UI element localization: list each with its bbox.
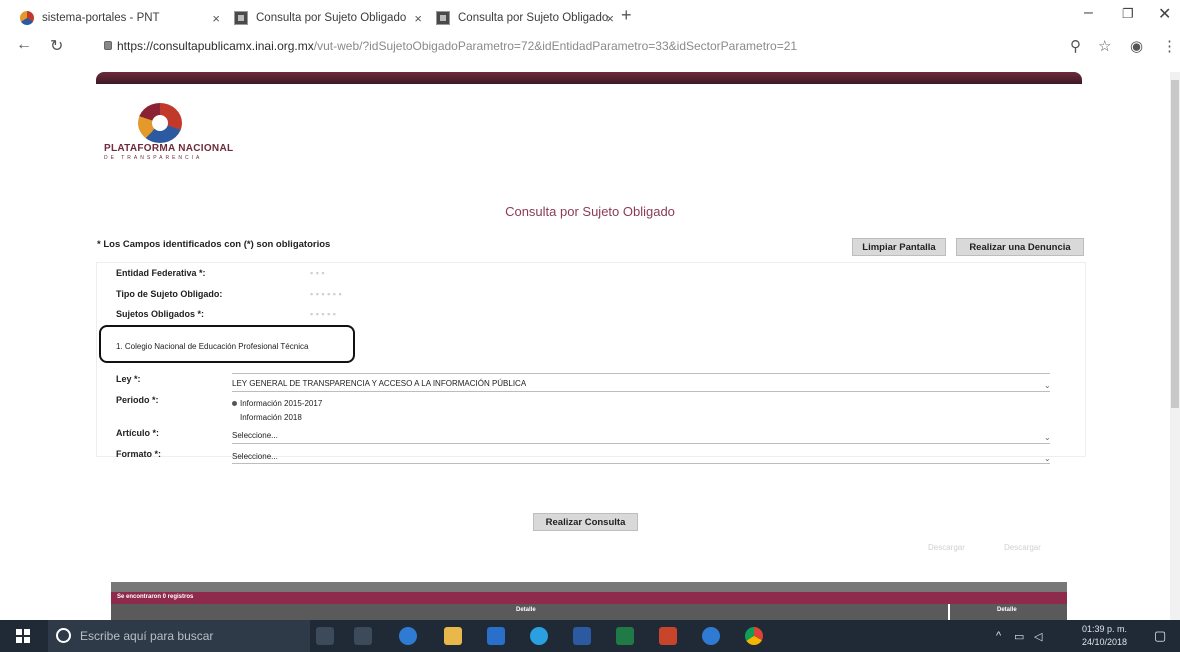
- results-count: Se encontraron 0 registros: [117, 594, 194, 600]
- notifications-icon[interactable]: ▢: [1154, 628, 1166, 644]
- clock-date: 24/10/2018: [1082, 637, 1128, 647]
- taskbar-search[interactable]: Escribe aquí para buscar: [48, 620, 310, 652]
- articulo-select[interactable]: Seleccione...: [232, 431, 278, 440]
- file-complaint-button[interactable]: Realizar una Denuncia: [956, 238, 1084, 256]
- edge-icon[interactable]: [399, 627, 417, 645]
- taskbar-clock[interactable]: 01:39 p. m. 24/10/2018: [1082, 623, 1127, 649]
- tab-title: Consulta por Sujeto Obligado: [256, 12, 407, 24]
- excel-icon[interactable]: [616, 627, 634, 645]
- close-window-icon[interactable]: ✕: [1158, 4, 1171, 24]
- sujetos-value[interactable]: ▪ ▪ ▪ ▪ ▪: [310, 309, 336, 319]
- zoom-icon[interactable]: ⚲: [1070, 37, 1081, 55]
- task-view-icon[interactable]: [354, 627, 372, 645]
- download-button-2[interactable]: Descargar: [1004, 543, 1041, 552]
- maximize-icon[interactable]: ❐: [1122, 6, 1134, 22]
- column-divider: [948, 604, 950, 620]
- browser-tab-3-active[interactable]: Consulta por Sujeto Obligado ×: [436, 6, 614, 30]
- page-title: Consulta por Sujeto Obligado: [505, 204, 675, 219]
- results-topbar: [111, 582, 1067, 592]
- close-tab-icon[interactable]: ×: [414, 11, 422, 26]
- logo-text: PLATAFORMA NACIONAL: [104, 143, 234, 154]
- divider: [232, 443, 1050, 444]
- volume-icon[interactable]: ◁: [1034, 630, 1042, 643]
- pnt-logo[interactable]: PLATAFORMA NACIONAL DE TRANSPARENCIA: [104, 103, 233, 163]
- scrollbar-thumb[interactable]: [1171, 80, 1179, 408]
- radio-selected-icon[interactable]: [232, 401, 237, 406]
- results-count-bar: Se encontraron 0 registros: [111, 592, 1067, 604]
- submit-query-button[interactable]: Realizar Consulta: [533, 513, 638, 531]
- url-path: /vut-web/?idSujetoObigadoParametro=72&id…: [313, 39, 798, 53]
- minimize-icon[interactable]: –: [1084, 4, 1093, 22]
- address-bar: ← ↻ https://consultapublicamx.inai.org.m…: [0, 34, 1180, 60]
- reload-icon[interactable]: ↻: [50, 36, 63, 56]
- ley-label: Ley *:: [116, 374, 141, 384]
- document-icon: [436, 11, 450, 25]
- tab-title: Consulta por Sujeto Obligado: [458, 12, 609, 24]
- entidad-value[interactable]: ▪ ▪ ▪: [310, 268, 325, 278]
- download-button-1[interactable]: Descargar: [928, 543, 965, 552]
- periodo-option-1[interactable]: Información 2015-2017: [240, 399, 322, 408]
- periodo-option-2[interactable]: Información 2018: [240, 413, 302, 422]
- divider: [232, 391, 1050, 392]
- pnt-logo-mark-icon: [138, 103, 182, 143]
- results-header-row: Detalle Detalle: [111, 604, 1067, 620]
- col-detalle-2: Detalle: [997, 607, 1017, 613]
- col-detalle-1: Detalle: [516, 607, 536, 613]
- entidad-label: Entidad Federativa *:: [116, 268, 206, 278]
- document-icon: [234, 11, 248, 25]
- tipo-sujeto-value[interactable]: ▪ ▪ ▪ ▪ ▪ ▪: [310, 289, 342, 299]
- lock-icon: [104, 41, 112, 50]
- selected-subject[interactable]: 1. Colegio Nacional de Educación Profesi…: [116, 342, 308, 351]
- cortana-icon: [56, 628, 71, 643]
- divider: [232, 463, 1050, 464]
- tray-chevron-icon[interactable]: ^: [996, 630, 1001, 642]
- browser-tab-1[interactable]: sistema-portales - PNT ×: [20, 6, 220, 30]
- logo-subtext: DE TRANSPARENCIA: [104, 155, 203, 161]
- chrome-icon[interactable]: [745, 627, 763, 645]
- formato-label: Formato *:: [116, 449, 161, 459]
- clock-time: 01:39 p. m.: [1082, 624, 1128, 634]
- word-icon[interactable]: [573, 627, 591, 645]
- tipo-sujeto-label: Tipo de Sujeto Obligado:: [116, 289, 223, 299]
- close-tab-icon[interactable]: ×: [606, 11, 614, 26]
- back-arrow-icon[interactable]: ←: [16, 36, 32, 54]
- clear-screen-button[interactable]: Limpiar Pantalla: [852, 238, 946, 256]
- articulo-label: Artículo *:: [116, 428, 160, 438]
- account-icon[interactable]: ◉: [1130, 37, 1143, 55]
- ley-caret-icon[interactable]: ⌄: [1044, 381, 1051, 390]
- microphone-icon[interactable]: [316, 627, 334, 645]
- outlook-icon[interactable]: [487, 627, 505, 645]
- url-host: https://consultapublicamx.inai.org.mx: [117, 39, 314, 53]
- close-tab-icon[interactable]: ×: [212, 11, 220, 26]
- periodo-label: Periodo *:: [116, 395, 159, 405]
- search-placeholder: Escribe aquí para buscar: [80, 629, 214, 643]
- browser-tab-2[interactable]: Consulta por Sujeto Obligado ×: [234, 6, 422, 30]
- new-tab-button[interactable]: +: [621, 5, 632, 26]
- sujetos-label: Sujetos Obligados *:: [116, 309, 205, 319]
- menu-icon[interactable]: ⋮: [1162, 37, 1177, 55]
- divider: [232, 373, 1050, 374]
- articulo-caret-icon[interactable]: ⌄: [1044, 433, 1051, 442]
- browser-tab-strip: sistema-portales - PNT × Consulta por Su…: [0, 0, 1180, 34]
- formato-caret-icon[interactable]: ⌄: [1044, 454, 1051, 463]
- ley-select[interactable]: LEY GENERAL DE TRANSPARENCIA Y ACCESO A …: [232, 379, 526, 388]
- skype-icon[interactable]: [530, 627, 548, 645]
- required-fields-note: * Los Campos identificados con (*) son o…: [97, 239, 331, 250]
- network-icon[interactable]: ▭: [1014, 630, 1024, 643]
- formato-select[interactable]: Seleccione...: [232, 452, 278, 461]
- tab-title: sistema-portales - PNT: [42, 12, 160, 24]
- star-icon[interactable]: ☆: [1098, 37, 1111, 55]
- windows-start-icon[interactable]: [16, 629, 30, 643]
- url-field[interactable]: https://consultapublicamx.inai.org.mx/vu…: [117, 39, 797, 53]
- internet-explorer-icon[interactable]: [702, 627, 720, 645]
- file-explorer-icon[interactable]: [444, 627, 462, 645]
- powerpoint-icon[interactable]: [659, 627, 677, 645]
- site-header-bar: [96, 72, 1082, 84]
- windows-taskbar: Escribe aquí para buscar ^ ▭ ◁ 01:39 p. …: [0, 620, 1180, 652]
- pnt-logo-icon: [20, 11, 34, 25]
